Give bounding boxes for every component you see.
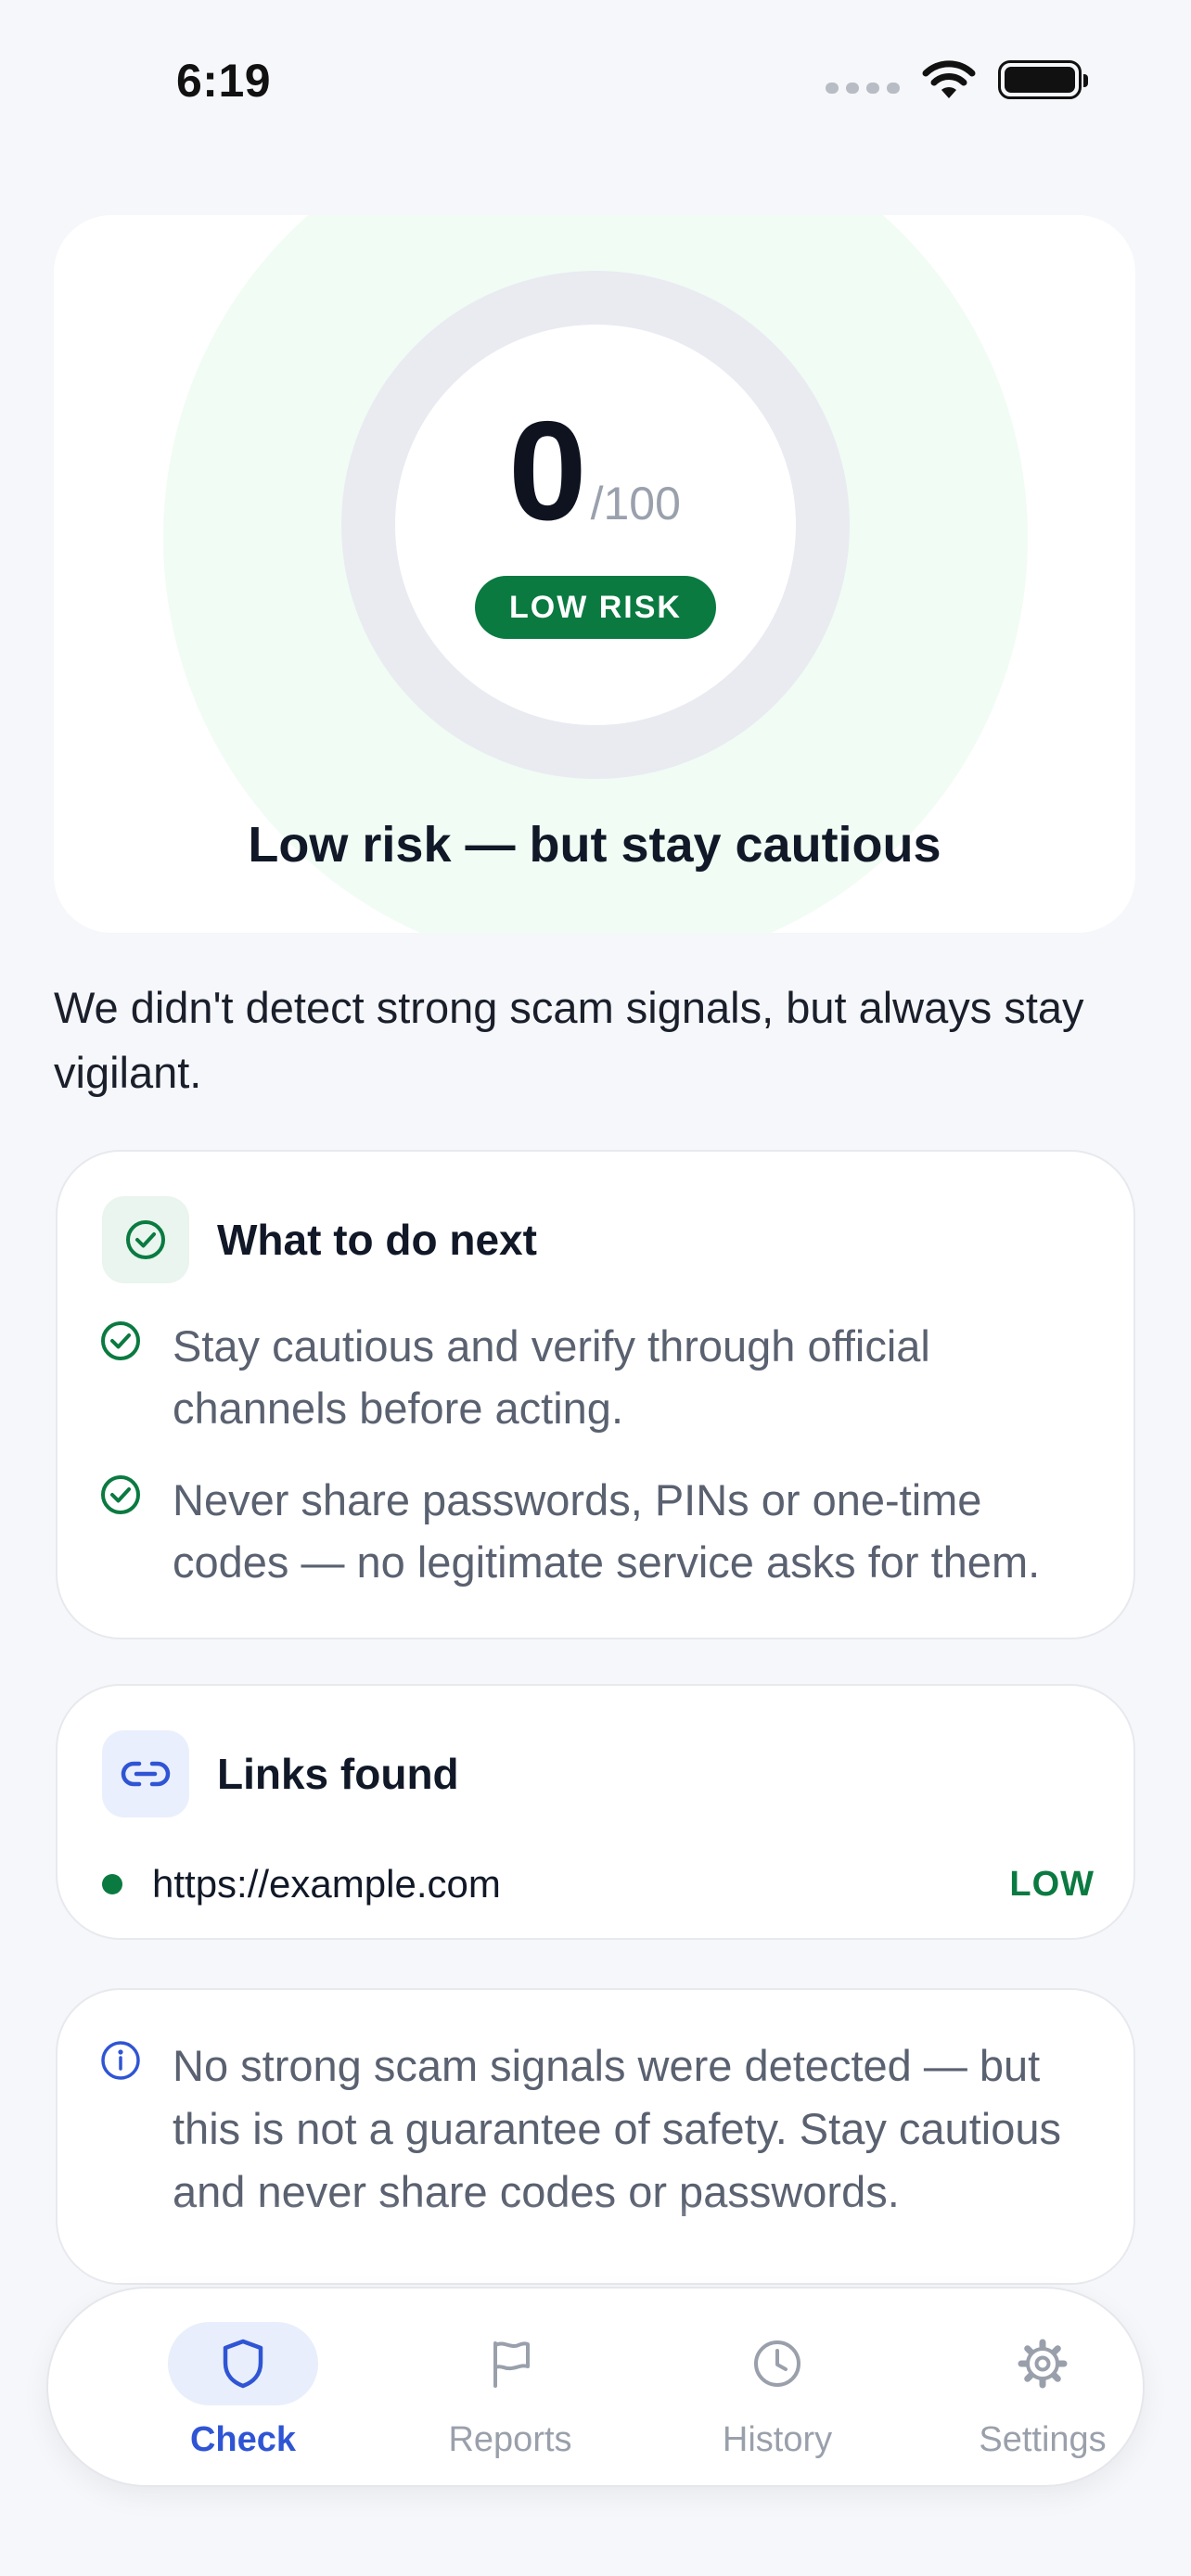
links-title: Links found bbox=[217, 1750, 459, 1798]
next-step-text: Never share passwords, PINs or one-time … bbox=[173, 1475, 1041, 1587]
check-circle-icon bbox=[101, 1475, 140, 1514]
next-steps-title: What to do next bbox=[217, 1216, 537, 1264]
bottom-tab-bar: Check Reports History Settings bbox=[46, 2287, 1145, 2487]
tab-settings[interactable]: Settings bbox=[931, 2289, 1154, 2489]
link-risk-level: LOW bbox=[1009, 1864, 1095, 1904]
cellular-signal-icon bbox=[826, 83, 900, 94]
disclaimer-row: No strong scam signals were detected — b… bbox=[98, 2034, 1109, 2224]
tab-check[interactable]: Check bbox=[132, 2289, 354, 2489]
tab-label: Settings bbox=[979, 2420, 1107, 2459]
list-item: Never share passwords, PINs or one-time … bbox=[98, 1469, 1109, 1593]
status-icons bbox=[826, 59, 1088, 100]
score-headline: Low risk — but stay cautious bbox=[248, 817, 941, 873]
result-summary: We didn't detect strong scam signals, bu… bbox=[54, 983, 1084, 1097]
tab-label: History bbox=[722, 2420, 833, 2459]
risk-score-card: 0 /100 LOW RISK Low risk — but stay caut… bbox=[54, 215, 1135, 933]
next-steps-card: What to do next Stay cautious and verify… bbox=[56, 1150, 1135, 1639]
tab-label: Reports bbox=[448, 2420, 572, 2459]
links-header: Links found bbox=[102, 1730, 459, 1817]
tab-history[interactable]: History bbox=[666, 2289, 889, 2489]
link-url[interactable]: https://example.com bbox=[152, 1862, 1009, 1906]
disclaimer-card: No strong scam signals were detected — b… bbox=[56, 1988, 1135, 2285]
tab-reports[interactable]: Reports bbox=[399, 2289, 621, 2489]
shield-icon bbox=[223, 2339, 263, 2389]
link-icon bbox=[102, 1730, 189, 1817]
screen: 6:19 0 /100 LOW RISK Low risk — but stay… bbox=[0, 0, 1191, 2576]
links-found-card: Links found https://example.com LOW bbox=[56, 1684, 1135, 1940]
tab-label: Check bbox=[189, 2420, 297, 2459]
check-circle-icon bbox=[101, 1321, 140, 1360]
score-max: /100 bbox=[590, 478, 681, 529]
wifi-icon bbox=[922, 60, 976, 98]
link-item[interactable]: https://example.com LOW bbox=[102, 1862, 1095, 1906]
flag-icon bbox=[493, 2341, 530, 2388]
info-icon bbox=[101, 2041, 140, 2080]
gear-icon bbox=[1018, 2339, 1068, 2389]
next-step-text: Stay cautious and verify through officia… bbox=[173, 1321, 930, 1433]
battery-icon bbox=[998, 60, 1088, 99]
link-risk-dot bbox=[102, 1874, 122, 1894]
list-item: Stay cautious and verify through officia… bbox=[98, 1315, 1109, 1439]
next-steps-header: What to do next bbox=[102, 1196, 537, 1283]
score-readout: 0 /100 bbox=[54, 401, 1135, 542]
risk-level-badge: LOW RISK bbox=[475, 576, 716, 639]
clock-icon bbox=[754, 2340, 800, 2387]
status-time: 6:19 bbox=[176, 55, 272, 107]
disclaimer-text: No strong scam signals were detected — b… bbox=[173, 2041, 1061, 2216]
check-circle-icon bbox=[102, 1196, 189, 1283]
score-value: 0 bbox=[508, 392, 587, 550]
